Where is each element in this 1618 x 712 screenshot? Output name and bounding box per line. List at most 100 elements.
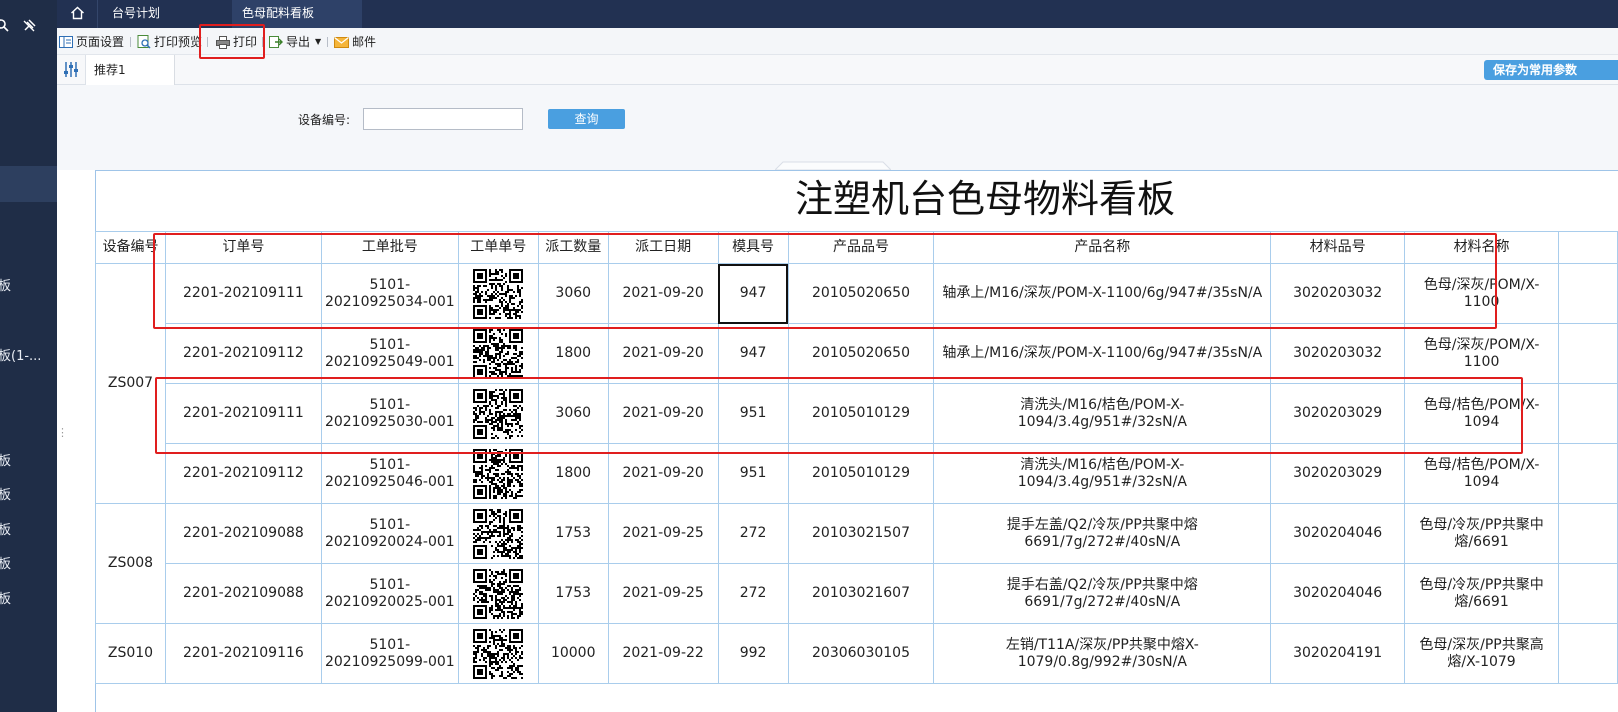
qr-code-icon <box>473 508 524 559</box>
home-tab[interactable] <box>57 0 98 28</box>
page-setup-button[interactable]: 页面设置 <box>59 32 124 52</box>
qr-code-icon <box>473 568 524 619</box>
material-name-cell: 色母/冷灰/PP共聚中熔/6691 <box>1404 503 1559 564</box>
product-no-cell: 20103021507 <box>787 503 935 564</box>
table-row: 2201-202109112 5101-20210925049-001 1800 20… <box>96 323 1618 384</box>
work-order-qr-cell <box>457 503 539 564</box>
device-no-cell: ZS010 <box>95 623 166 684</box>
table-row: 2201-202109088 5101-20210920025-001 1753 20… <box>96 563 1618 624</box>
product-name-cell: 提手左盖/Q2/冷灰/PP共聚中熔6691/7g/272#/40sN/A <box>933 503 1272 564</box>
sidebar: 板 板(1-... 板 板 板 板 板 <box>0 0 57 712</box>
table-row: ZS008 2201-202109088 5101-20210920024-001 1… <box>95 503 1618 624</box>
sidebar-item-label[interactable]: 板 <box>0 588 11 607</box>
product-no-cell: 20103021607 <box>787 563 935 624</box>
mold-cell: 992 <box>717 623 789 684</box>
material-name-cell: 色母/深灰/PP共聚高熔/X-1079 <box>1404 623 1559 684</box>
filter-settings-icon[interactable] <box>63 61 79 78</box>
product-no-cell: 20105020650 <box>787 323 935 384</box>
work-order-qr-cell <box>457 623 539 684</box>
empty-cell <box>1558 263 1618 324</box>
device-no-input[interactable] <box>363 108 523 130</box>
qr-code-icon <box>473 448 524 499</box>
param-tabs: 推荐1 保存为常用参数 <box>57 55 1618 85</box>
qr-code-icon <box>473 328 524 379</box>
work-order-qr-cell <box>457 563 539 624</box>
table-row: ZS010 2201-202109116 5101-20210925099-001 1… <box>95 623 1618 684</box>
order-cell: 2201-202109088 <box>164 503 322 564</box>
material-no-cell: 3020204046 <box>1270 503 1406 564</box>
sidebar-item-label[interactable]: 板(1-... <box>0 345 41 364</box>
empty-cell <box>1558 323 1618 384</box>
date-cell: 2021-09-25 <box>607 503 719 564</box>
toolbar-divider <box>130 37 131 47</box>
empty-cell <box>1558 443 1618 504</box>
report-title: 注塑机台色母物料看板 <box>795 177 1176 221</box>
sidebar-item-label[interactable]: 板 <box>0 553 11 572</box>
empty-cell <box>1558 623 1618 684</box>
sidebar-item-label[interactable]: 板 <box>0 519 11 538</box>
print-preview-button[interactable]: 打印预览 <box>137 32 202 52</box>
annotation-box-row-1 <box>153 233 1497 329</box>
toolbar-divider <box>327 37 328 47</box>
chevron-down-icon: ▼ <box>315 37 322 46</box>
product-no-cell: 20306030105 <box>787 623 935 684</box>
empty-cell <box>1558 383 1618 444</box>
date-cell: 2021-09-20 <box>607 323 719 384</box>
product-name-cell: 提手右盖/Q2/冷灰/PP共聚中熔6691/7g/272#/40sN/A <box>933 563 1272 624</box>
qty-cell: 10000 <box>537 623 609 684</box>
home-icon <box>71 6 84 20</box>
mail-label: 邮件 <box>352 35 377 49</box>
splitter-handle-icon[interactable]: ⋮ <box>57 426 68 439</box>
mold-cell: 947 <box>717 323 789 384</box>
qty-cell: 1800 <box>537 323 609 384</box>
product-name-cell: 左销/T11A/深灰/PP共聚中熔X-1079/0.8g/992#/30sN/A <box>933 623 1272 684</box>
sidebar-item-label[interactable]: 板 <box>0 275 11 294</box>
batch-cell: 5101-20210920024-001 <box>320 503 459 564</box>
work-order-qr-cell <box>457 323 539 384</box>
order-cell: 2201-202109116 <box>164 623 322 684</box>
export-label: 导出 <box>286 35 311 49</box>
device-no-label: 设备编号: <box>298 113 351 127</box>
material-name-cell: 色母/冷灰/PP共聚中熔/6691 <box>1404 563 1559 624</box>
save-params-button[interactable]: 保存为常用参数 <box>1484 60 1618 80</box>
empty-cell <box>1558 503 1618 564</box>
device-no-cell: ZS008 <box>95 503 166 624</box>
product-name-cell: 轴承上/M16/深灰/POM-X-1100/6g/947#/35sN/A <box>933 323 1272 384</box>
mail-button[interactable]: 邮件 <box>334 32 376 52</box>
toolbar: 页面设置 打印预览 打印 导出 ▼ 邮件 <box>57 28 1618 55</box>
date-cell: 2021-09-25 <box>607 563 719 624</box>
date-cell: 2021-09-22 <box>607 623 719 684</box>
mold-cell: 272 <box>717 503 789 564</box>
material-no-cell: 3020203032 <box>1270 323 1406 384</box>
collapse-handle-icon[interactable] <box>775 161 891 170</box>
param-tab-recommend[interactable]: 推荐1 <box>86 55 175 85</box>
search-icon[interactable] <box>0 19 10 33</box>
print-preview-label: 打印预览 <box>154 35 203 49</box>
tab-bar: 台号计划 色母配料看板 <box>57 0 1618 28</box>
annotation-box-print <box>199 24 265 59</box>
sidebar-active-item[interactable] <box>0 166 57 202</box>
empty-cell <box>1558 563 1618 624</box>
print-preview-icon <box>137 35 151 49</box>
query-panel: 设备编号: 查询 <box>57 85 1618 170</box>
material-no-cell: 3020204046 <box>1270 563 1406 624</box>
material-name-cell: 色母/深灰/POM/X-1100 <box>1404 323 1559 384</box>
batch-cell: 5101-20210925049-001 <box>320 323 459 384</box>
sidebar-item-label[interactable]: 板 <box>0 450 11 469</box>
batch-cell: 5101-20210925099-001 <box>320 623 459 684</box>
annotation-box-row-3 <box>155 377 1523 454</box>
qr-code-icon <box>473 628 524 679</box>
qty-cell: 1753 <box>537 563 609 624</box>
page-setup-icon <box>59 36 73 48</box>
query-button[interactable]: 查询 <box>548 109 625 129</box>
export-dropdown[interactable]: 导出 ▼ <box>269 32 321 52</box>
unpin-icon[interactable] <box>22 19 36 33</box>
empty-cell <box>1558 231 1618 264</box>
mold-cell: 272 <box>717 563 789 624</box>
sidebar-item-label[interactable]: 板 <box>0 484 11 503</box>
export-icon <box>269 36 283 48</box>
material-no-cell: 3020204191 <box>1270 623 1406 684</box>
qty-cell: 1753 <box>537 503 609 564</box>
page-setup-label: 页面设置 <box>76 35 125 49</box>
order-cell: 2201-202109112 <box>164 323 322 384</box>
